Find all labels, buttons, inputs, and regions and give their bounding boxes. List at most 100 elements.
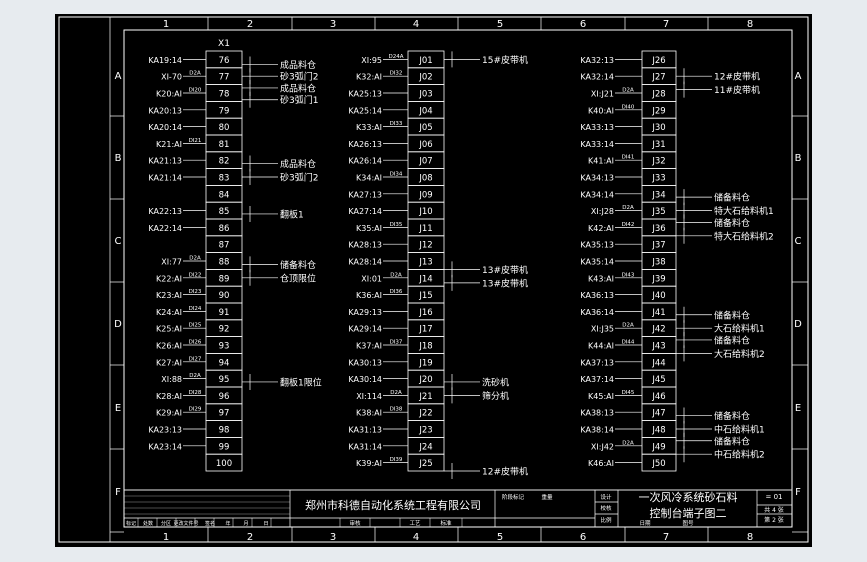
grid-column-label-top: 8 (747, 19, 753, 30)
wire-number: DI38 (390, 407, 403, 413)
date-label: 日期 (639, 520, 651, 527)
terminal-number: 81 (219, 140, 230, 150)
terminal-source-label: K36:AI (356, 291, 382, 300)
terminal-number: 98 (219, 426, 230, 436)
company-name: 郑州市科德自动化系统工程有限公司 (305, 498, 481, 512)
annotation-label: 大石给料机2 (714, 348, 765, 360)
annotation-label: 成品料仓 (280, 59, 316, 71)
terminal-source-label: KA25:14 (348, 106, 382, 115)
annotation-label: 大石给料机1 (714, 323, 765, 335)
terminal-number: J43 (651, 342, 665, 352)
terminal-source-label: K35:AI (356, 224, 382, 233)
annotation-label: 中石给料机2 (714, 449, 765, 461)
terminal-number: 85 (219, 207, 230, 217)
process-label: 工艺 (409, 520, 421, 527)
terminal-number: J47 (651, 409, 665, 419)
terminal-number: J27 (651, 73, 665, 83)
terminal-source-label: KA23:13 (148, 426, 182, 435)
approve-label: 审核 (349, 519, 361, 527)
terminal-source-label: KA34:14 (580, 190, 614, 199)
annotation-label: 储备料仓 (714, 217, 750, 229)
terminal-number: 95 (219, 375, 230, 385)
annotation-label: 13#皮带机 (482, 277, 528, 289)
check-label: 校核 (600, 504, 612, 512)
terminal-source-label: KA26:13 (348, 140, 382, 149)
terminal-source-label: XI:J21 (591, 90, 614, 99)
terminal-source-label: KA27:13 (348, 190, 382, 199)
terminal-source-label: K38:AI (356, 409, 382, 418)
wire-number: DI34 (390, 172, 403, 178)
wire-number: DI26 (189, 340, 202, 346)
annotation-label: 洗砂机 (482, 376, 509, 388)
grid-column-label-bottom: 3 (330, 532, 336, 543)
terminal-source-label: K44:AI (588, 342, 614, 351)
terminal-number: J17 (418, 325, 432, 335)
terminal-source-label: K27:AI (156, 358, 182, 367)
terminal-source-label: K43:AI (588, 274, 614, 283)
terminal-source-label: KA36:13 (580, 291, 614, 300)
annotation-label: 筛分机 (482, 390, 509, 402)
terminal-number: J35 (651, 207, 665, 217)
terminal-number: 86 (219, 224, 230, 234)
revision-header: 签名 (205, 520, 215, 527)
terminal-source-label: KA32:13 (580, 56, 614, 65)
terminal-number: 96 (219, 392, 230, 402)
wire-number: DI32 (390, 71, 403, 77)
terminal-number: 91 (219, 308, 230, 318)
terminal-number: 88 (219, 258, 230, 268)
terminal-source-label: K45:AI (588, 392, 614, 401)
terminal-number: 92 (219, 325, 230, 335)
terminal-source-label: XI:J28 (591, 207, 614, 216)
grid-column-label-bottom: 8 (747, 532, 753, 543)
terminal-source-label: K42:AI (588, 224, 614, 233)
wire-number: DI33 (390, 121, 403, 127)
wire-number: DI36 (390, 289, 403, 295)
terminal-number: J18 (418, 342, 432, 352)
annotation-label: 储备料仓 (714, 192, 750, 204)
terminal-source-label: K21:AI (156, 140, 182, 149)
terminal-source-label: KA35:13 (580, 241, 614, 250)
terminal-number: J31 (651, 140, 665, 150)
wire-number: DI22 (189, 272, 202, 278)
grid-column-label-top: 1 (163, 19, 169, 30)
wire-number: D2A (390, 272, 402, 278)
terminal-source-label: KA23:14 (148, 442, 182, 451)
terminal-source-label: KA29:13 (348, 308, 382, 317)
wire-number: DI39 (390, 457, 403, 463)
terminal-source-label: K33:AI (356, 123, 382, 132)
terminal-source-label: XI:J35 (591, 325, 614, 334)
terminal-number: 97 (219, 409, 230, 419)
wire-number: D2A (622, 88, 634, 94)
terminal-source-label: KA20:13 (148, 106, 182, 115)
terminal-source-label: KA34:13 (580, 174, 614, 183)
terminal-number: J32 (651, 157, 665, 167)
grid-row-label-right: C (795, 236, 802, 247)
terminal-number: 90 (219, 291, 230, 301)
terminal-number: J15 (418, 291, 432, 301)
terminal-number: J16 (418, 308, 432, 318)
sheet-index: 第 2 张 (764, 516, 784, 524)
terminal-source-label: K40:AI (588, 106, 614, 115)
terminal-source-label: KA28:13 (348, 241, 382, 250)
sheet-count: 共 4 张 (764, 506, 784, 514)
grid-column-label-top: 2 (247, 19, 253, 30)
wire-number: DI41 (622, 155, 635, 161)
terminal-number: J38 (651, 258, 665, 268)
grid-row-label-left: D (114, 319, 122, 330)
grid-row-label-right: A (795, 71, 802, 82)
terminal-number: J34 (651, 190, 665, 200)
terminal-number: J42 (651, 325, 665, 335)
annotation-label: 储备料仓 (714, 435, 750, 447)
weight-label: 重量 (541, 493, 553, 501)
terminal-source-label: KA36:14 (580, 308, 614, 317)
terminal-number: 93 (219, 342, 230, 352)
wire-number: DI45 (622, 390, 635, 396)
terminal-number: J33 (651, 174, 665, 184)
annotation-label: 储备料仓 (714, 309, 750, 321)
grid-row-label-right: B (795, 153, 802, 164)
wire-number: D2A (390, 390, 402, 396)
wire-number: DI37 (390, 340, 403, 346)
terminal-source-label: K37:AI (356, 342, 382, 351)
wire-number: DI21 (189, 138, 202, 144)
terminal-number: J11 (418, 224, 432, 234)
